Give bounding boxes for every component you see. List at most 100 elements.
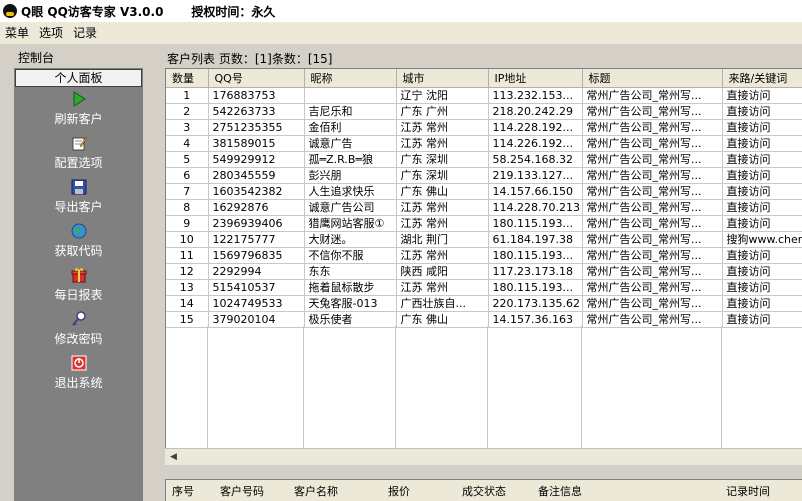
table-row[interactable]: 14 1024749533 天兔客服-013 广西壮族自... 220.173.135.… [166,295,802,312]
nav-daily-report[interactable]: 每日报表 [15,267,142,311]
horizontal-scrollbar[interactable]: ◀ [165,448,802,465]
nav-label: 退出系统 [54,376,103,390]
record-column-number[interactable]: 客户号码 [214,483,288,499]
cell-count: 14 [166,295,209,312]
cell-qq: 16292876 [208,199,305,216]
table-empty-area [166,326,802,448]
cell-qq: 176883753 [208,87,305,104]
cell-title: 常州广告公司_常州写... [582,87,723,104]
column-header-ip[interactable]: IP地址 [488,69,583,88]
cell-source: 直接访问 [722,279,802,296]
cell-city: 江苏 常州 [396,215,489,232]
table-row[interactable]: 3 2751235355 金佰利 江苏 常州 114.228.192... 常州广告公司_… [166,119,802,136]
column-header-source[interactable]: 来路/关键词 [722,69,802,88]
table-row[interactable]: 8 16292876 诚意广告公司 江苏 常州 114.228.70.213 常州广告公司… [166,199,802,216]
nav-change-password[interactable]: 修改密码 [15,311,142,355]
table-row[interactable]: 13 515410537 拖着鼠标散步 江苏 常州 180.115.193... 常州广告… [166,279,802,296]
cell-nickname: 猎鹰网站客服① [304,215,397,232]
record-column-status[interactable]: 成交状态 [456,483,532,499]
cell-title: 常州广告公司_常州写... [582,151,723,168]
table-row[interactable]: 6 280345559 彭兴朋 广东 深圳 219.133.127... 常州广告公司_常… [166,167,802,184]
cell-city: 陕西 咸阳 [396,263,489,280]
record-column-time[interactable]: 记录时间 [720,483,800,499]
cell-qq: 1024749533 [208,295,305,312]
cell-count: 11 [166,247,209,264]
column-header-city[interactable]: 城市 [396,69,489,88]
cell-city: 江苏 常州 [396,279,489,296]
cell-city: 江苏 常州 [396,119,489,136]
record-header-row: 序号 客户号码 客户名称 报价 成交状态 备注信息 记录时间 [166,480,802,501]
nav-label: 导出客户 [54,200,103,214]
table-row[interactable]: 10 122175777 大财迷。 湖北 荆门 61.184.197.38 常州广告公司_… [166,231,802,248]
column-header-nickname[interactable]: 昵称 [304,69,397,88]
cell-title: 常州广告公司_常州写... [582,295,723,312]
cell-source: 直接访问 [722,311,802,328]
cell-nickname: 不信你不服 [304,247,397,264]
cell-title: 常州广告公司_常州写... [582,167,723,184]
cell-ip: 220.173.135.62 [488,295,583,312]
record-table[interactable]: 序号 客户号码 客户名称 报价 成交状态 备注信息 记录时间 [165,479,802,501]
table-row[interactable]: 5 549929912 孤═Z.R.B═狼 广东 深圳 58.254.168.32 常州广… [166,151,802,168]
cell-count: 6 [166,167,209,184]
cell-qq: 2396939406 [208,215,305,232]
column-header-count[interactable]: 数量 [166,69,209,88]
nav-export-customers[interactable]: 导出客户 [15,179,142,223]
nav-exit-system[interactable]: 退出系统 [15,355,142,399]
cell-title: 常州广告公司_常州写... [582,231,723,248]
table-row[interactable]: 7 1603542382 人生追求快乐 广东 佛山 14.157.66.150 常州广告公… [166,183,802,200]
cell-source: 直接访问 [722,167,802,184]
nav-refresh-customers[interactable]: 刷新客户 [15,91,142,135]
record-column-name[interactable]: 客户名称 [288,483,382,499]
personal-panel-header[interactable]: 个人面板 [15,69,142,87]
table-row[interactable]: 11 1569796835 不信你不服 江苏 常州 180.115.193... 常州广告… [166,247,802,264]
record-column-notes[interactable]: 备注信息 [532,483,720,499]
cell-qq: 1603542382 [208,183,305,200]
cell-qq: 122175777 [208,231,305,248]
cell-qq: 2292994 [208,263,305,280]
column-header-qq[interactable]: QQ号 [208,69,305,88]
cell-count: 2 [166,103,209,120]
table-row[interactable]: 9 2396939406 猎鹰网站客服① 江苏 常州 180.115.193... 常州广… [166,215,802,232]
column-header-title[interactable]: 标题 [582,69,723,88]
cell-title: 常州广告公司_常州写... [582,311,723,328]
cell-city: 广东 深圳 [396,151,489,168]
cell-ip: 61.184.197.38 [488,231,583,248]
cell-qq: 1569796835 [208,247,305,264]
cell-nickname [304,87,397,104]
table-row[interactable]: 15 379020104 极乐使者 广东 佛山 14.157.36.163 常州广告公司_… [166,311,802,328]
record-column-quote[interactable]: 报价 [382,483,456,499]
customer-table[interactable]: 数量 QQ号 昵称 城市 IP地址 标题 来路/关键词 1 176883753 辽宁… [165,68,802,464]
menu-item-options[interactable]: 选项 [34,22,68,44]
table-row[interactable]: 2 542263733 吉尼乐和 广东 广州 218.20.242.29 常州广告公司_常… [166,103,802,120]
menu-item-menu[interactable]: 菜单 [0,22,34,44]
table-row[interactable]: 12 2292994 东东 陕西 咸阳 117.23.173.18 常州广告公司_常州写.… [166,263,802,280]
cell-ip: 117.23.173.18 [488,263,583,280]
cell-qq: 549929912 [208,151,305,168]
key-icon [71,311,87,327]
cell-qq: 2751235355 [208,119,305,136]
cell-ip: 180.115.193... [488,215,583,232]
scroll-left-icon[interactable]: ◀ [167,451,180,464]
cell-nickname: 诚意广告 [304,135,397,152]
nav-get-code[interactable]: 获取代码 [15,223,142,267]
cell-city: 广东 广州 [396,103,489,120]
cell-source: 直接访问 [722,87,802,104]
cell-source: 直接访问 [722,295,802,312]
control-panel: 个人面板 刷新客户 配置选项 导出客户 获取代码 每日报表 修改密码 退出系统 [14,68,143,501]
cell-ip: 219.133.127... [488,167,583,184]
nav-label: 每日报表 [54,288,103,302]
table-row[interactable]: 1 176883753 辽宁 沈阳 113.232.153... 常州广告公司_常州写.… [166,87,802,104]
menu-item-records[interactable]: 记录 [68,22,102,44]
record-column-index[interactable]: 序号 [166,483,214,499]
cell-city: 辽宁 沈阳 [396,87,489,104]
cell-ip: 114.228.192... [488,119,583,136]
cell-city: 广东 深圳 [396,167,489,184]
play-icon [71,91,87,107]
control-panel-label: 控制台 [18,51,55,65]
cell-qq: 381589015 [208,135,305,152]
cell-city: 江苏 常州 [396,135,489,152]
cell-title: 常州广告公司_常州写... [582,135,723,152]
table-row[interactable]: 4 381589015 诚意广告 江苏 常州 114.226.192... 常州广告公司_… [166,135,802,152]
cell-ip: 114.228.70.213 [488,199,583,216]
nav-config-options[interactable]: 配置选项 [15,135,142,179]
